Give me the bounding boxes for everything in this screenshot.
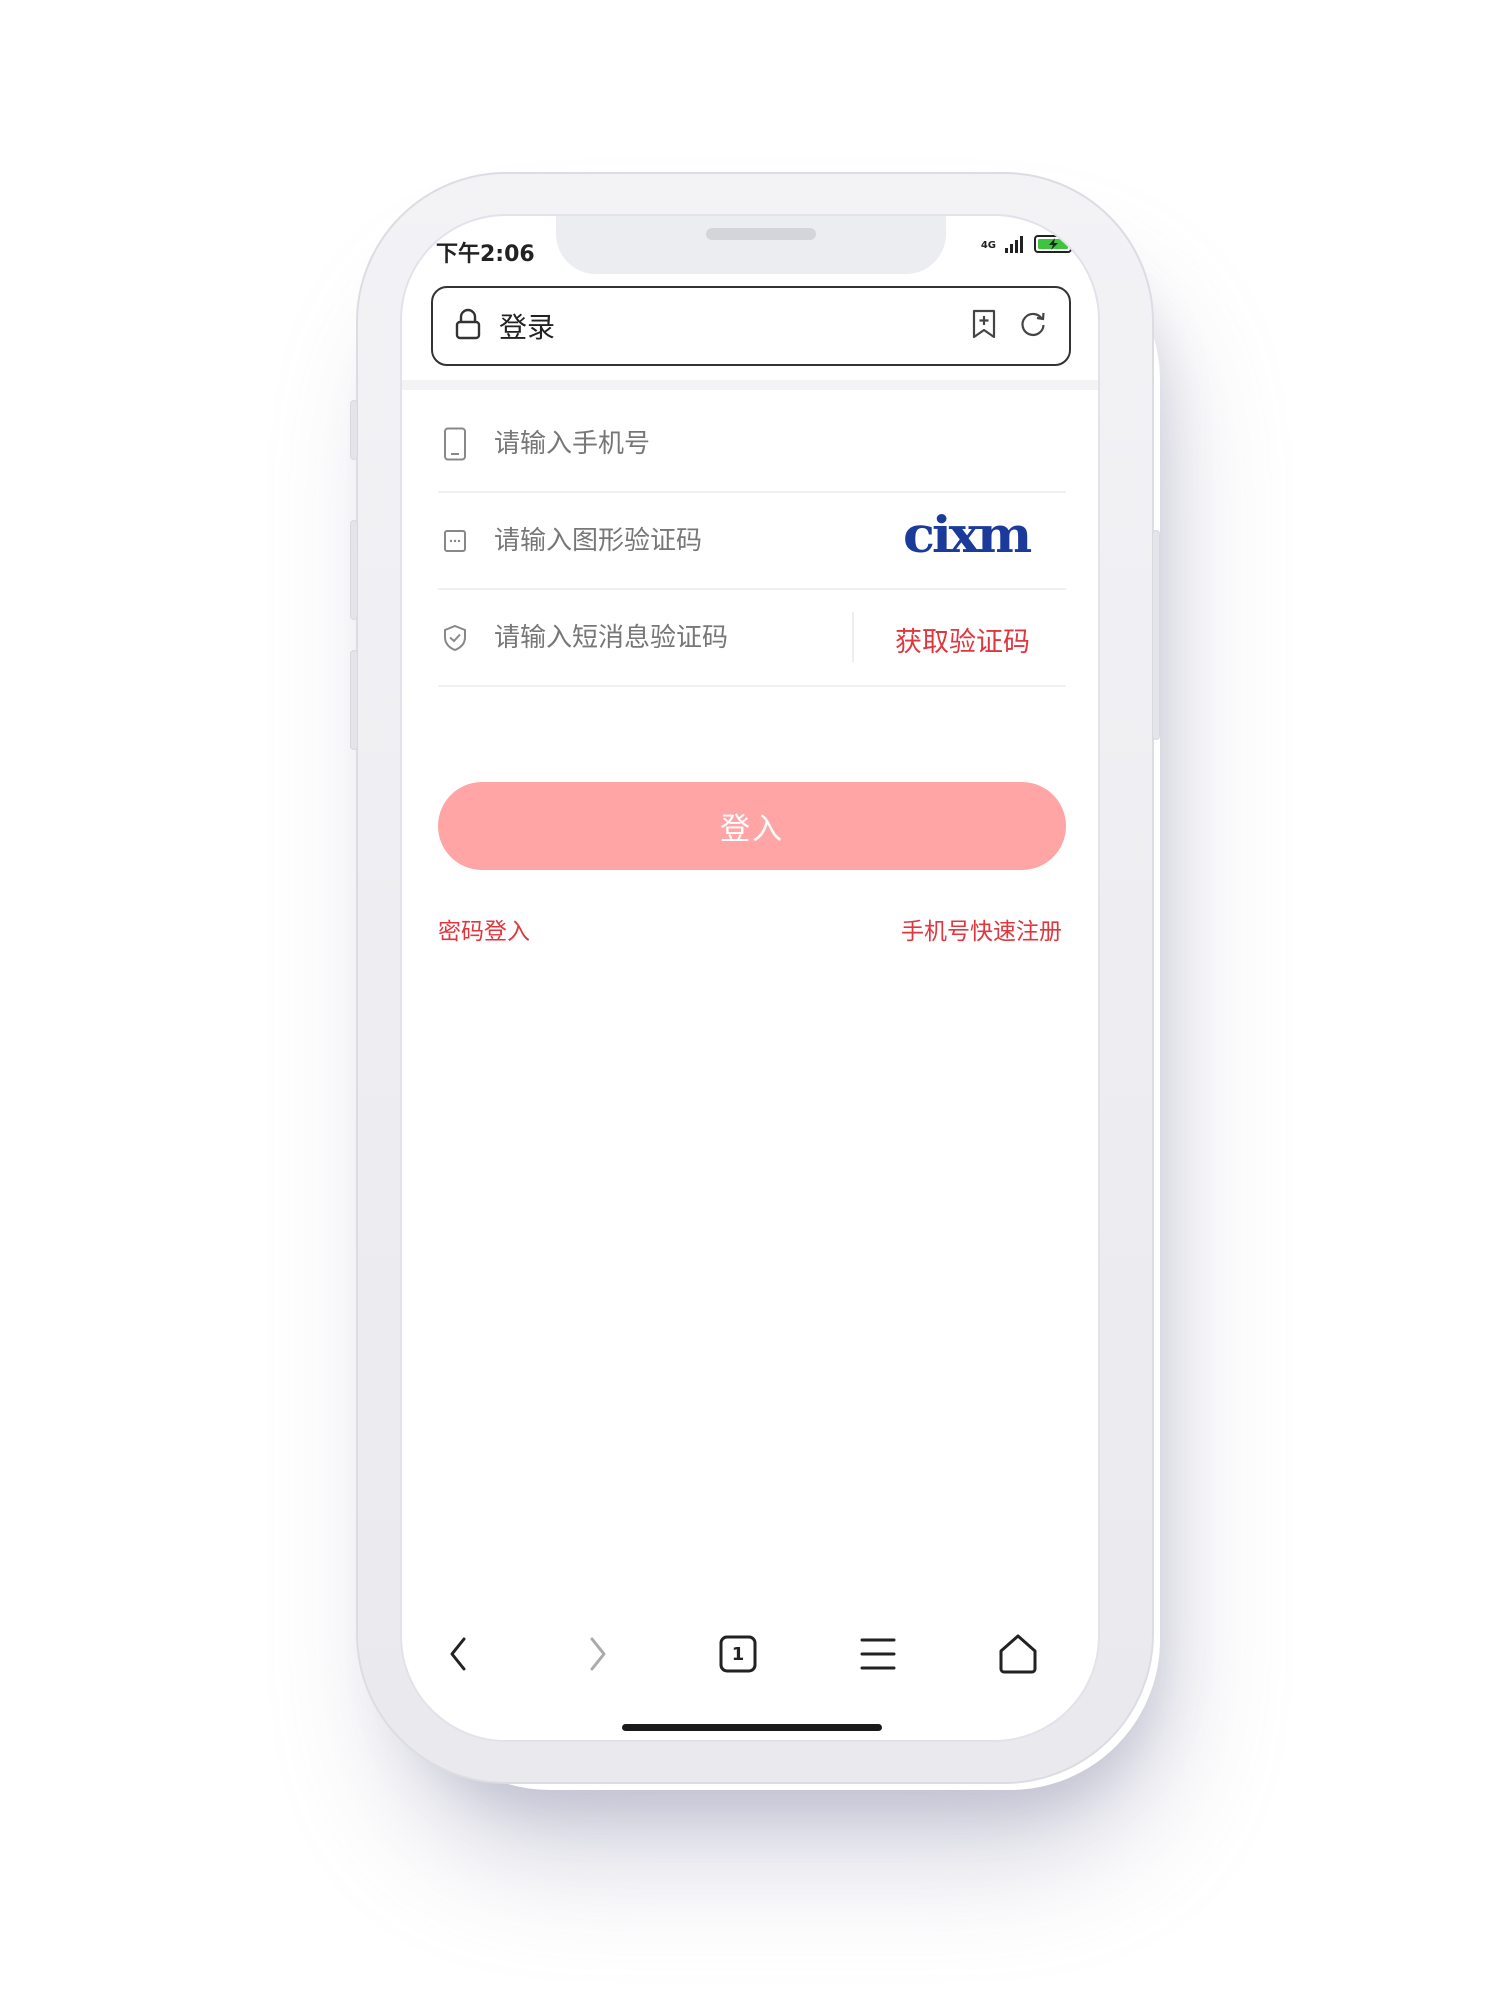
address-bar[interactable]: 登录 [431, 286, 1071, 366]
lock-icon [455, 308, 481, 344]
phone-field-row [438, 396, 1066, 493]
password-login-link[interactable]: 密码登入 [438, 912, 530, 946]
volume-up-button [350, 520, 358, 620]
battery-icon [1034, 234, 1076, 258]
captcha-image[interactable]: cixm [903, 505, 1032, 564]
login-button[interactable]: 登入 [438, 782, 1066, 870]
home-icon[interactable] [988, 1624, 1048, 1684]
browser-bottom-nav: 1 [402, 1624, 1098, 1684]
phone-screen: 下午2:06 4G 登录 请输入手机号 请输入图形验证码 cixm 请输入短消息… [400, 214, 1100, 1742]
captcha-field-row: cixm [438, 493, 1066, 590]
sms-divider [852, 612, 854, 662]
menu-icon[interactable] [848, 1624, 908, 1684]
speaker [706, 228, 816, 240]
mute-switch [350, 400, 358, 460]
back-icon[interactable] [428, 1624, 488, 1684]
quick-register-link[interactable]: 手机号快速注册 [901, 912, 1062, 946]
tab-count: 1 [731, 1643, 745, 1665]
status-time: 下午2:06 [436, 242, 535, 267]
forward-icon[interactable] [568, 1624, 628, 1684]
network-type: 4G [980, 240, 996, 251]
captcha-icon [440, 529, 470, 553]
volume-down-button [350, 650, 358, 750]
signal-icon [1004, 235, 1026, 257]
login-form: cixm 获取验证码 [438, 396, 1066, 687]
get-code-button[interactable]: 获取验证码 [895, 620, 1030, 659]
phone-input[interactable] [492, 413, 1066, 474]
page-title: 登录 [499, 311, 556, 344]
status-icons: 4G [981, 234, 1076, 258]
refresh-icon[interactable] [1019, 310, 1047, 342]
notch [556, 216, 946, 274]
tabs-icon[interactable]: 1 [708, 1624, 768, 1684]
shield-icon [440, 624, 470, 652]
power-button [1152, 530, 1160, 740]
bookmark-add-icon[interactable] [971, 309, 997, 343]
stage: 下午2:06 4G 登录 请输入手机号 请输入图形验证码 cixm 请输入短消息… [0, 0, 1500, 2000]
phone-icon [440, 427, 470, 461]
home-indicator[interactable] [622, 1724, 882, 1731]
sms-field-row: 获取验证码 [438, 590, 1066, 687]
header-divider [402, 380, 1098, 390]
